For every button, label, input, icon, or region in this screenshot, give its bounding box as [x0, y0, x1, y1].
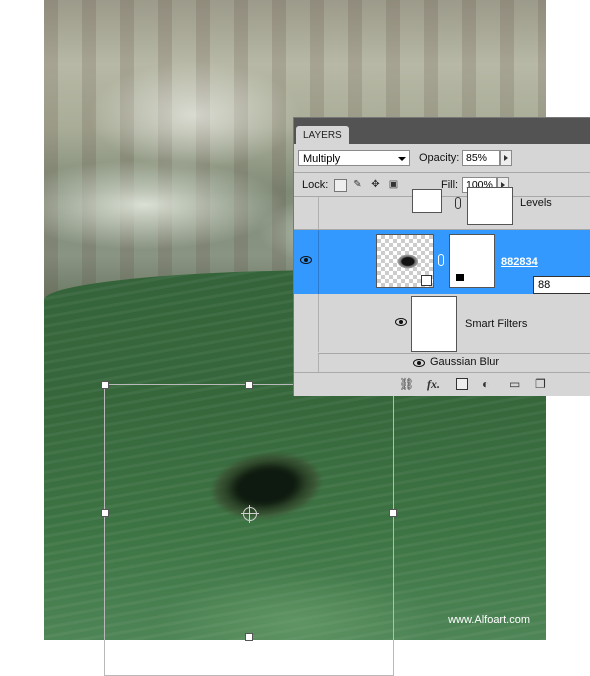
transform-handle-middle-left[interactable]: [101, 509, 109, 517]
lock-fill-row: Lock: ✎ ✥ ▣ Fill: 100%: [294, 176, 590, 194]
blend-mode-value: Multiply: [303, 153, 341, 165]
blend-opacity-row: Multiply Opacity: 85%: [298, 150, 590, 170]
lock-image-pixels-icon[interactable]: ✎: [352, 179, 363, 190]
add-mask-icon[interactable]: [456, 378, 468, 390]
eye-icon[interactable]: [413, 359, 425, 367]
visibility-column[interactable]: [294, 354, 319, 372]
layers-panel: LAYERS Multiply Opacity: 85% Lock: ✎ ✥ ▣…: [293, 117, 590, 396]
transform-handle-top-left[interactable]: [101, 381, 109, 389]
layer-name-tooltip: 88: [533, 276, 590, 294]
smart-object-icon: [421, 275, 432, 286]
divider: [294, 172, 590, 173]
opacity-field[interactable]: 85%: [462, 150, 500, 166]
fx-icon[interactable]: fx.: [427, 378, 440, 390]
tab-layers[interactable]: LAYERS: [296, 126, 349, 144]
visibility-column[interactable]: [294, 294, 319, 352]
link-icon: [455, 197, 461, 209]
link-icon[interactable]: [438, 254, 444, 266]
watermark: www.Alfoart.com: [448, 614, 530, 626]
panel-tab-bar: LAYERS: [294, 118, 590, 144]
layer-mask-thumbnail[interactable]: [467, 187, 513, 225]
eye-icon[interactable]: [395, 318, 407, 326]
opacity-slider-button[interactable]: [500, 150, 512, 166]
lock-transparent-pixels-icon[interactable]: [334, 179, 347, 192]
transform-handle-middle-right[interactable]: [389, 509, 397, 517]
layer-row-gaussian-blur[interactable]: Gaussian Blur: [294, 354, 590, 372]
layer-row-smart-filters[interactable]: Smart Filters: [294, 294, 590, 352]
inner-tube-thumbnail: [387, 245, 425, 275]
lock-all-icon[interactable]: ▣: [388, 179, 399, 190]
layer-thumbnail[interactable]: [376, 234, 434, 288]
layer-row-levels[interactable]: Levels: [294, 187, 590, 229]
visibility-column[interactable]: [294, 230, 319, 294]
smart-filter-mask-thumbnail[interactable]: [411, 296, 457, 352]
lock-label: Lock:: [302, 179, 329, 191]
visibility-column[interactable]: [294, 197, 319, 229]
smart-filters-label[interactable]: Smart Filters: [465, 318, 527, 330]
gaussian-blur-label[interactable]: Gaussian Blur: [430, 356, 499, 368]
chevron-down-icon: [398, 157, 406, 161]
layer-mask-thumbnail[interactable]: [449, 234, 495, 288]
transform-center-point[interactable]: [241, 505, 259, 523]
levels-adjustment-icon: [412, 189, 442, 213]
layer-name-levels[interactable]: Levels: [520, 197, 552, 209]
blend-mode-select[interactable]: Multiply: [298, 150, 410, 166]
layer-name-selected[interactable]: 882834: [501, 256, 538, 268]
link-layers-icon[interactable]: ⛓: [399, 378, 414, 390]
opacity-label: Opacity:: [419, 152, 460, 164]
lock-position-icon[interactable]: ✥: [370, 179, 381, 190]
fill-label: Fill:: [441, 179, 459, 191]
adjustment-layer-icon[interactable]: ◐: [482, 378, 489, 390]
new-group-icon[interactable]: ▭: [509, 378, 520, 390]
eye-icon[interactable]: [300, 256, 312, 264]
transform-handle-top-middle[interactable]: [245, 381, 253, 389]
layers-panel-toolbar: ⛓ fx. ◐ ▭ ❐: [294, 372, 590, 396]
new-layer-icon[interactable]: ❐: [535, 378, 546, 390]
mask-shape: [456, 274, 464, 281]
